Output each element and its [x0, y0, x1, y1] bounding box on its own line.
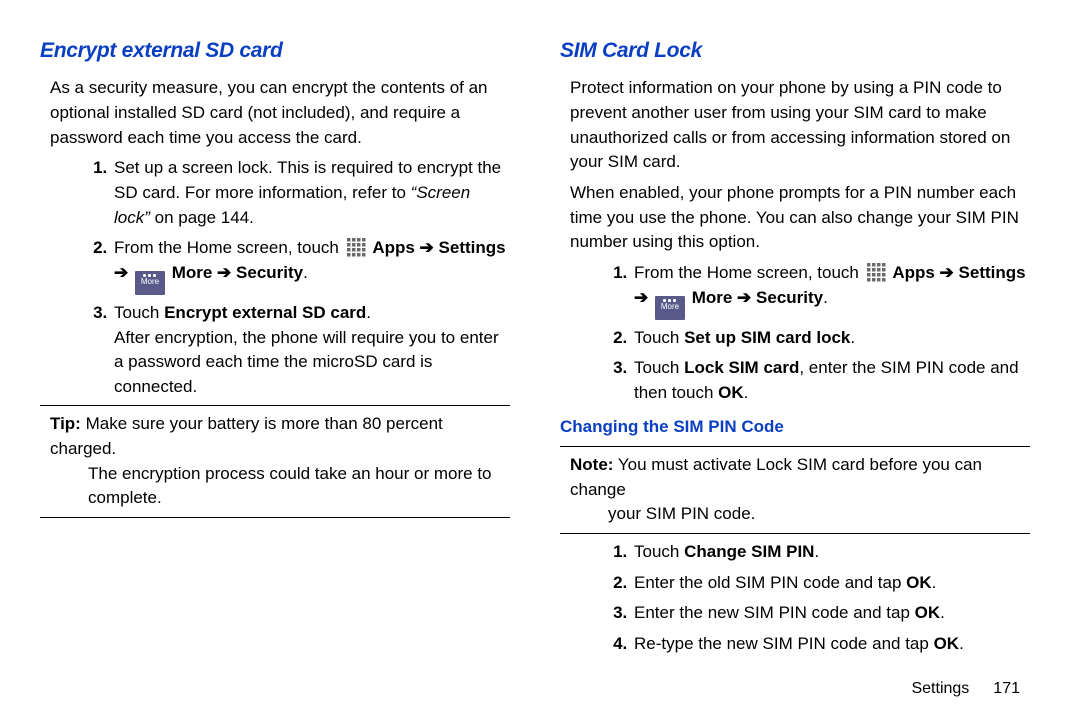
apps-grid-icon: [346, 237, 366, 257]
change-step-1: Touch Change SIM PIN.: [632, 540, 1030, 565]
ok-label: OK: [906, 573, 932, 592]
step-3-body: After encryption, the phone will require…: [114, 328, 499, 396]
apps-label: Apps: [372, 238, 415, 257]
more-icon-label: More: [135, 277, 165, 287]
step-1-suffix: on page 144.: [150, 208, 254, 227]
left-column: Encrypt external SD card As a security m…: [40, 36, 510, 710]
note-text-line1: You must activate Lock SIM card before y…: [570, 455, 982, 499]
change-step-2: Enter the old SIM PIN code and tap OK.: [632, 571, 1030, 596]
change-step-4: Re-type the new SIM PIN code and tap OK.: [632, 632, 1030, 657]
tip-text-line1: Make sure your battery is more than 80 p…: [50, 414, 443, 458]
heading-change-pin: Changing the SIM PIN Code: [560, 415, 1030, 440]
change-sim-pin-label: Change SIM PIN: [684, 542, 814, 561]
change-step-3: Enter the new SIM PIN code and tap OK.: [632, 601, 1030, 626]
more-label: More: [692, 288, 733, 307]
divider: [40, 517, 510, 518]
arrow-icon: ➔: [415, 238, 439, 257]
steps-list-right: From the Home screen, touch Apps ➔ Setti…: [560, 261, 1030, 406]
change-step-4-text: Re-type the new SIM PIN code and tap: [634, 634, 934, 653]
ok-label: OK: [915, 603, 941, 622]
step-3-prefix: Touch: [114, 303, 164, 322]
note-text-line2: your SIM PIN code.: [570, 502, 1030, 527]
settings-label: Settings: [959, 263, 1026, 282]
more-tab-icon: More: [135, 271, 165, 295]
tip-callout: Tip: Make sure your battery is more than…: [40, 412, 510, 511]
note-callout: Note: You must activate Lock SIM card be…: [560, 453, 1030, 527]
sim-step-2-action: Set up SIM card lock: [684, 328, 850, 347]
apps-grid-icon: [866, 262, 886, 282]
sim-step-2: Touch Set up SIM card lock.: [632, 326, 1030, 351]
arrow-icon: ➔: [634, 288, 653, 307]
step-3: Touch Encrypt external SD card. After en…: [112, 301, 510, 400]
sim-step-1-prefix: From the Home screen, touch: [634, 263, 864, 282]
sim-step-2-prefix: Touch: [634, 328, 684, 347]
sim-paragraph-2: When enabled, your phone prompts for a P…: [560, 181, 1030, 255]
intro-paragraph: As a security measure, you can encrypt t…: [40, 76, 510, 150]
more-icon-label: More: [655, 302, 685, 312]
sim-step-1: From the Home screen, touch Apps ➔ Setti…: [632, 261, 1030, 320]
arrow-icon: ➔: [114, 263, 133, 282]
page-footer: Settings 171: [911, 677, 1020, 700]
heading-encrypt-sd: Encrypt external SD card: [40, 36, 510, 66]
step-2: From the Home screen, touch Apps ➔ Setti…: [112, 236, 510, 295]
step-1: Set up a screen lock. This is required t…: [112, 156, 510, 230]
more-tab-icon: More: [655, 296, 685, 320]
steps-list-left: Set up a screen lock. This is required t…: [40, 156, 510, 399]
security-label: Security: [756, 288, 823, 307]
sim-step-3-action: Lock SIM card: [684, 358, 799, 377]
more-label: More: [172, 263, 213, 282]
arrow-icon: ➔: [732, 288, 756, 307]
tip-text-line2: The encryption process could take an hou…: [50, 462, 510, 511]
step-3-action: Encrypt external SD card: [164, 303, 366, 322]
change-pin-list: Touch Change SIM PIN. Enter the old SIM …: [560, 540, 1030, 657]
sim-step-3-prefix: Touch: [634, 358, 684, 377]
footer-page-number: 171: [993, 680, 1020, 697]
ok-label: OK: [934, 634, 960, 653]
note-label: Note:: [570, 455, 613, 474]
step-2-prefix: From the Home screen, touch: [114, 238, 344, 257]
security-label: Security: [236, 263, 303, 282]
divider: [560, 446, 1030, 447]
divider: [40, 405, 510, 406]
heading-sim-lock: SIM Card Lock: [560, 36, 1030, 66]
apps-label: Apps: [892, 263, 935, 282]
footer-section: Settings: [911, 680, 969, 697]
right-column: SIM Card Lock Protect information on you…: [560, 36, 1030, 710]
change-step-3-text: Enter the new SIM PIN code and tap: [634, 603, 915, 622]
divider: [560, 533, 1030, 534]
ok-label: OK: [718, 383, 744, 402]
sim-step-3: Touch Lock SIM card, enter the SIM PIN c…: [632, 356, 1030, 405]
arrow-icon: ➔: [212, 263, 236, 282]
arrow-icon: ➔: [935, 263, 959, 282]
settings-label: Settings: [439, 238, 506, 257]
tip-label: Tip:: [50, 414, 81, 433]
change-step-2-text: Enter the old SIM PIN code and tap: [634, 573, 906, 592]
change-step-1-prefix: Touch: [634, 542, 684, 561]
manual-page: Encrypt external SD card As a security m…: [0, 0, 1080, 720]
sim-paragraph-1: Protect information on your phone by usi…: [560, 76, 1030, 175]
